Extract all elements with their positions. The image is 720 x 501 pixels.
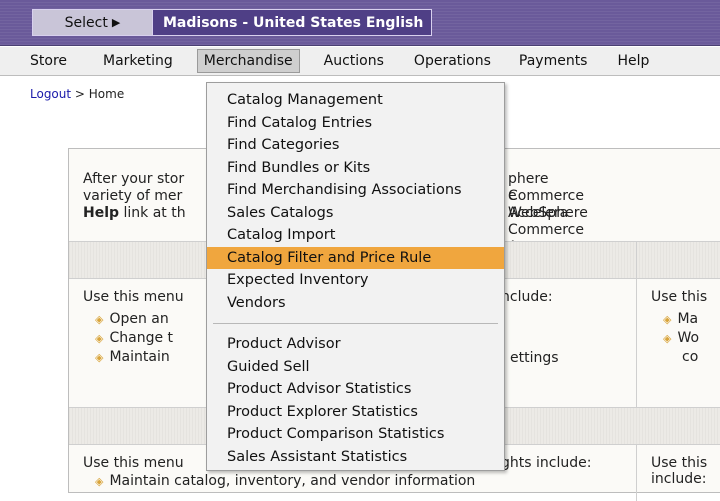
logout-link[interactable]: Logout: [30, 87, 71, 101]
breadcrumb-home: Home: [88, 87, 125, 101]
menu-auctions[interactable]: Auctions: [318, 49, 390, 73]
menu-item-catalog-management[interactable]: Catalog Management: [207, 89, 504, 112]
menu-item-product-comparison-statistics[interactable]: Product Comparison Statistics: [207, 423, 504, 446]
menu-item-expected-inventory[interactable]: Expected Inventory: [207, 269, 504, 292]
bullet-text: Change t: [109, 330, 174, 346]
list-item: ◈ Ma: [663, 311, 698, 327]
menu-separator: [213, 323, 498, 324]
merchandise-dropdown-menu: Catalog Management Find Catalog Entries …: [206, 82, 505, 471]
bullet-text: Open an: [109, 311, 169, 327]
menu-merchandise[interactable]: Merchandise: [196, 49, 300, 73]
section1-mid-bullet: ettings: [510, 350, 559, 366]
intro-line-1: After your stor: [83, 171, 185, 187]
section1-right-text: Use this: [651, 289, 708, 305]
menu-item-guided-sell[interactable]: Guided Sell: [207, 356, 504, 379]
breadcrumb-separator: >: [71, 87, 89, 101]
help-link[interactable]: Help: [83, 205, 119, 221]
section2-right-text: Use this: [651, 455, 708, 471]
store-title: Madisons - United States English: [163, 14, 424, 31]
intro-line-2: variety of mer: [83, 188, 183, 204]
section2-mid-text: ghts include:: [501, 455, 592, 471]
bullet-text: Maintain: [109, 349, 170, 365]
section1-left-text: Use this menu: [83, 289, 184, 305]
list-item: ◈ Change t: [95, 330, 173, 346]
section2-right-text-2: include:: [651, 471, 707, 487]
triangle-right-icon: ▶: [111, 16, 121, 29]
menu-help[interactable]: Help: [611, 49, 655, 73]
menu-item-catalog-filter-and-price-rule[interactable]: Catalog Filter and Price Rule: [207, 246, 504, 269]
section1-right-extra: co: [682, 349, 699, 365]
diamond-bullet-icon: ◈: [663, 313, 672, 326]
menu-payments[interactable]: Payments: [513, 49, 594, 73]
menu-marketing[interactable]: Marketing: [97, 49, 179, 73]
store-selector-frame: Select ▶ Madisons - United States Englis…: [32, 9, 432, 36]
diamond-bullet-icon: ◈: [95, 313, 104, 326]
breadcrumb: Logout > Home: [30, 87, 124, 101]
menu-store[interactable]: Store: [24, 49, 73, 73]
bullet-text: Ma: [677, 311, 699, 327]
menu-item-find-catalog-entries[interactable]: Find Catalog Entries: [207, 112, 504, 135]
menu-item-product-advisor-statistics[interactable]: Product Advisor Statistics: [207, 378, 504, 401]
menu-item-sales-assistant-statistics[interactable]: Sales Assistant Statistics: [207, 446, 504, 469]
diamond-bullet-icon: ◈: [663, 332, 672, 345]
column-divider: [636, 241, 637, 501]
menu-item-product-advisor[interactable]: Product Advisor: [207, 333, 504, 356]
list-item: ◈ Maintain: [95, 349, 170, 365]
menu-item-find-bundles-or-kits[interactable]: Find Bundles or Kits: [207, 157, 504, 180]
menu-item-catalog-import[interactable]: Catalog Import: [207, 224, 504, 247]
menu-item-vendors[interactable]: Vendors: [207, 292, 504, 315]
intro-text: After your stor phere Commerce Accelera v…: [83, 171, 588, 255]
menu-item-find-categories[interactable]: Find Categories: [207, 134, 504, 157]
list-item: ◈ Wo: [663, 330, 699, 346]
section2-left-text: Use this menu: [83, 455, 184, 471]
menu-bar: Store Marketing Merchandise Auctions Ope…: [0, 47, 720, 76]
top-bar: Select ▶ Madisons - United States Englis…: [0, 0, 720, 46]
menu-operations[interactable]: Operations: [408, 49, 497, 73]
section1-mid-text: nclude:: [501, 289, 553, 305]
menu-item-sales-catalogs[interactable]: Sales Catalogs: [207, 202, 504, 225]
diamond-bullet-icon: ◈: [95, 351, 104, 364]
select-button[interactable]: Select ▶: [33, 10, 153, 35]
diamond-bullet-icon: ◈: [95, 475, 104, 488]
diamond-bullet-icon: ◈: [95, 332, 104, 345]
list-item: ◈ Open an: [95, 311, 169, 327]
menu-item-find-merchandising-associations[interactable]: Find Merchandising Associations: [207, 179, 504, 202]
select-button-label: Select: [64, 14, 108, 31]
intro-line-3: link at th: [119, 205, 186, 221]
bullet-text: Wo: [677, 330, 700, 346]
menu-item-product-explorer-statistics[interactable]: Product Explorer Statistics: [207, 401, 504, 424]
